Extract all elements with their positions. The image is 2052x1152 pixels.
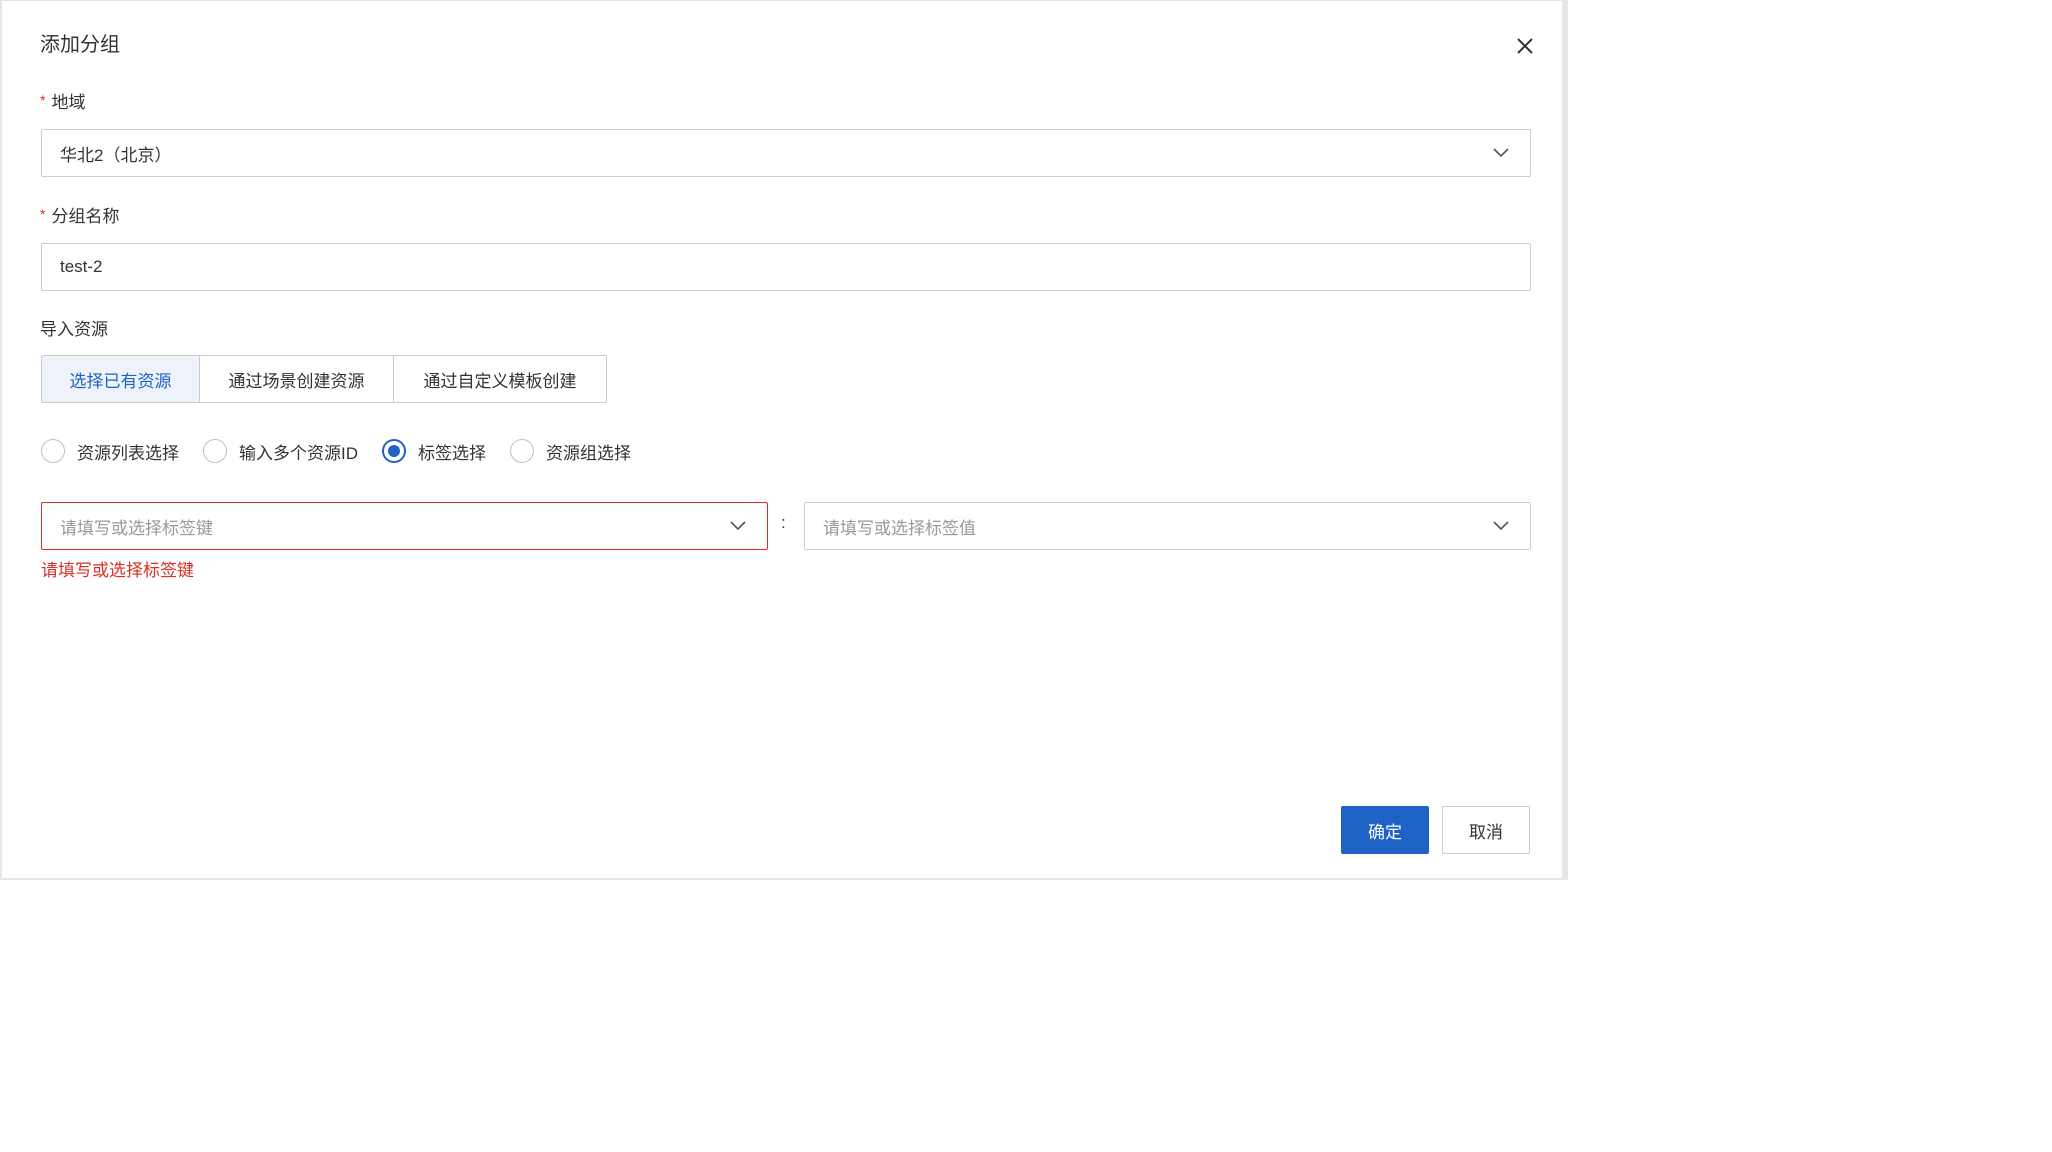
group-name-value: test-2 [60, 257, 103, 276]
selection-mode-radio-group: 资源列表选择 输入多个资源ID 标签选择 资源组选择 [41, 437, 655, 465]
tag-key-select[interactable]: 请填写或选择标签键 [41, 502, 768, 550]
import-mode-tabs: 选择已有资源 通过场景创建资源 通过自定义模板创建 [41, 355, 607, 403]
region-label-text: 地域 [51, 93, 86, 112]
confirm-button[interactable]: 确定 [1341, 806, 1429, 854]
tag-separator: : [781, 513, 786, 532]
radio-label: 资源列表选择 [77, 443, 179, 463]
radio-resource-group[interactable]: 资源组选择 [510, 439, 631, 464]
tab-create-by-custom-template[interactable]: 通过自定义模板创建 [393, 355, 607, 403]
dialog-title: 添加分组 [40, 34, 120, 56]
tag-value-placeholder: 请填写或选择标签值 [823, 518, 976, 538]
radio-dot [388, 445, 400, 457]
chevron-down-icon [1490, 515, 1512, 537]
required-mark: * [40, 92, 46, 108]
chevron-down-icon [1490, 142, 1512, 164]
close-icon [1517, 38, 1533, 54]
radio-label: 标签选择 [418, 443, 486, 463]
radio-multiple-resource-ids[interactable]: 输入多个资源ID [203, 439, 358, 464]
radio-label: 资源组选择 [546, 443, 631, 463]
import-resources-label: 导入资源 [40, 320, 108, 339]
tag-key-error-message: 请填写或选择标签键 [41, 561, 194, 580]
radio-circle[interactable] [41, 439, 65, 463]
radio-circle-checked[interactable] [382, 439, 406, 463]
region-select-value: 华北2（北京） [60, 145, 172, 165]
close-button[interactable] [1510, 31, 1540, 61]
tag-key-placeholder: 请填写或选择标签键 [60, 518, 213, 538]
radio-circle[interactable] [203, 439, 227, 463]
radio-resource-list[interactable]: 资源列表选择 [41, 439, 179, 464]
radio-tag-selection[interactable]: 标签选择 [382, 439, 486, 464]
add-group-dialog: 添加分组 * 地域 华北2（北京） * 分组名称 test-2 导入资源 选择已有资… [0, 0, 1568, 880]
region-label: * 地域 [40, 91, 85, 115]
group-name-input[interactable]: test-2 [41, 243, 1531, 291]
cancel-button[interactable]: 取消 [1442, 806, 1530, 854]
group-name-label: * 分组名称 [40, 205, 119, 229]
chevron-down-icon [727, 515, 749, 537]
region-select[interactable]: 华北2（北京） [41, 129, 1531, 177]
tab-select-existing-resources[interactable]: 选择已有资源 [41, 355, 200, 403]
tab-create-by-scenario[interactable]: 通过场景创建资源 [199, 355, 394, 403]
radio-circle[interactable] [510, 439, 534, 463]
radio-label: 输入多个资源ID [239, 443, 358, 463]
required-mark: * [40, 206, 46, 222]
tag-value-select[interactable]: 请填写或选择标签值 [804, 502, 1531, 550]
group-name-label-text: 分组名称 [51, 207, 120, 226]
